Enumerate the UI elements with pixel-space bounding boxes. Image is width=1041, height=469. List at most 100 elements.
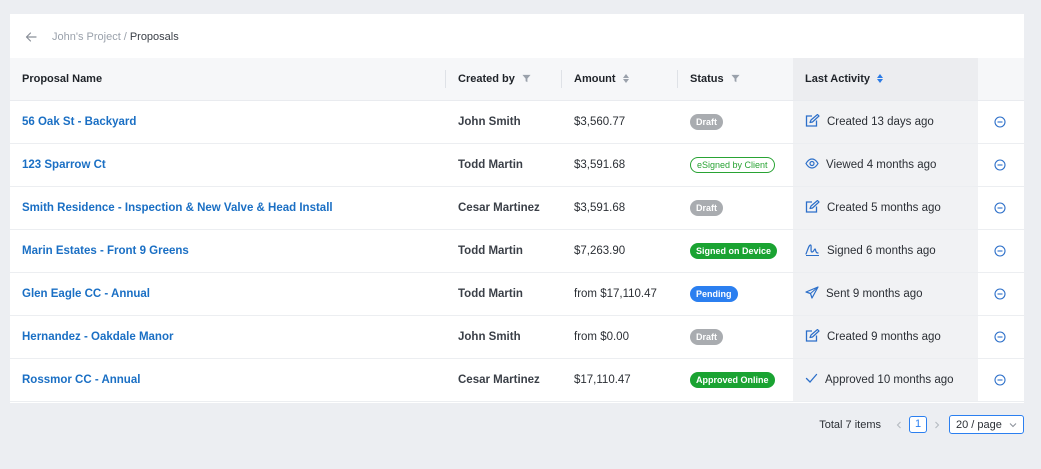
cell-amount: $17,110.47 [562, 358, 678, 402]
cell-status: Approved Online [678, 358, 793, 402]
table-row[interactable]: Smith Residence - Inspection & New Valve… [10, 186, 1024, 230]
proposal-name-link[interactable]: Smith Residence - Inspection & New Valve… [22, 202, 333, 214]
last-activity-text: Created 5 months ago [827, 201, 941, 214]
cell-amount: $3,560.77 [562, 100, 678, 144]
cell-actions [978, 143, 1024, 187]
creator-name: Cesar Martinez [458, 373, 540, 386]
cell-created-by: Todd Martin [446, 143, 562, 187]
cell-proposal-name: 56 Oak St - Backyard [10, 100, 446, 144]
table-row[interactable]: 56 Oak St - Backyard John Smith $3,560.77 D… [10, 100, 1024, 144]
more-options-icon[interactable] [990, 201, 1012, 214]
table-row[interactable]: 123 Sparrow Ct Todd Martin $3,591.68 eSigne… [10, 143, 1024, 187]
filter-icon[interactable] [522, 74, 531, 83]
more-options-icon[interactable] [990, 287, 1012, 300]
proposal-name-link[interactable]: Marin Estates - Front 9 Greens [22, 245, 189, 257]
more-options-icon[interactable] [990, 330, 1012, 343]
breadcrumb: John's Project / Proposals [24, 29, 179, 45]
column-header-status[interactable]: Status [678, 58, 793, 101]
column-header-created-by[interactable]: Created by [446, 58, 562, 101]
cell-created-by: Cesar Martinez [446, 186, 562, 230]
edit-icon [805, 199, 820, 216]
page-size-select[interactable]: 20 / page [949, 415, 1024, 434]
table-row[interactable]: Rossmor CC - Annual Cesar Martinez $17,110… [10, 358, 1024, 402]
breadcrumb-project[interactable]: John's Project [52, 31, 121, 43]
breadcrumb-current: Proposals [129, 31, 179, 43]
pagination: Total 7 items 1 20 / page [0, 415, 1024, 434]
cell-last-activity: Created 13 days ago [793, 100, 978, 144]
more-options-icon[interactable] [990, 115, 1012, 128]
cell-amount: $7,263.90 [562, 229, 678, 273]
cell-proposal-name: Hernandez - Oakdale Manor [10, 315, 446, 359]
cell-proposal-name: Smith Residence - Inspection & New Valve… [10, 186, 446, 230]
proposal-name-link[interactable]: Hernandez - Oakdale Manor [22, 331, 173, 343]
sort-icon-active[interactable] [877, 74, 884, 84]
last-activity-text: Created 9 months ago [827, 330, 941, 343]
creator-name: Todd Martin [458, 244, 523, 257]
proposal-name-link[interactable]: Rossmor CC - Annual [22, 374, 140, 386]
page-size-value: 20 / page [956, 418, 1002, 431]
check-icon [805, 373, 818, 387]
cell-amount: $3,591.68 [562, 186, 678, 230]
amount-value: from $17,110.47 [574, 287, 657, 300]
column-header-actions [978, 58, 1024, 101]
cell-actions [978, 100, 1024, 144]
column-header-last-activity[interactable]: Last Activity [793, 58, 978, 101]
last-activity-text: Viewed 4 months ago [826, 158, 937, 171]
cell-proposal-name: Marin Estates - Front 9 Greens [10, 229, 446, 273]
cell-amount: from $17,110.47 [562, 272, 678, 316]
cell-created-by: John Smith [446, 315, 562, 359]
column-header-amount[interactable]: Amount [562, 58, 678, 101]
status-badge: Draft [690, 113, 724, 130]
cell-status: Draft [678, 100, 793, 144]
status-badge: Approved Online [690, 371, 775, 388]
cell-last-activity: Created 9 months ago [793, 315, 978, 359]
table-row[interactable]: Glen Eagle CC - Annual Todd Martin from $1… [10, 272, 1024, 316]
column-header-proposal-name: Proposal Name [10, 58, 446, 101]
cell-created-by: Cesar Martinez [446, 358, 562, 402]
cell-status: Pending [678, 272, 793, 316]
cell-amount: from $0.00 [562, 315, 678, 359]
edit-icon [805, 113, 820, 130]
eye-icon [805, 157, 819, 172]
proposal-name-link[interactable]: Glen Eagle CC - Annual [22, 288, 150, 300]
edit-icon [805, 328, 820, 345]
creator-name: John Smith [458, 115, 521, 128]
cell-status: Draft [678, 315, 793, 359]
back-arrow-icon[interactable] [24, 30, 38, 44]
last-activity-text: Created 13 days ago [827, 115, 934, 128]
cell-created-by: Todd Martin [446, 272, 562, 316]
cell-last-activity: Created 5 months ago [793, 186, 978, 230]
next-page-icon[interactable] [931, 419, 943, 431]
amount-value: $7,263.90 [574, 244, 626, 257]
proposal-name-link[interactable]: 123 Sparrow Ct [22, 159, 106, 171]
creator-name: Todd Martin [458, 158, 523, 171]
creator-name: John Smith [458, 330, 521, 343]
table-row[interactable]: Hernandez - Oakdale Manor John Smith from … [10, 315, 1024, 359]
page-button-1[interactable]: 1 [909, 416, 927, 433]
filter-icon[interactable] [731, 74, 740, 83]
cell-last-activity: Signed 6 months ago [793, 229, 978, 273]
proposals-table: Proposal Name Created by Amount Status L… [10, 58, 1024, 402]
status-badge: Signed on Device [690, 242, 778, 259]
cell-last-activity: Sent 9 months ago [793, 272, 978, 316]
last-activity-text: Approved 10 months ago [825, 373, 954, 386]
cell-status: Draft [678, 186, 793, 230]
proposal-name-link[interactable]: 56 Oak St - Backyard [22, 116, 136, 128]
more-options-icon[interactable] [990, 158, 1012, 171]
prev-page-icon[interactable] [893, 419, 905, 431]
more-options-icon[interactable] [990, 244, 1012, 257]
breadcrumb-separator: / [123, 31, 127, 43]
cell-created-by: Todd Martin [446, 229, 562, 273]
amount-value: $3,560.77 [574, 115, 626, 128]
status-badge: Draft [690, 328, 724, 345]
last-activity-text: Sent 9 months ago [826, 287, 923, 300]
cell-proposal-name: Glen Eagle CC - Annual [10, 272, 446, 316]
sort-icon[interactable] [622, 74, 629, 84]
more-options-icon[interactable] [990, 373, 1012, 386]
last-activity-text: Signed 6 months ago [827, 244, 936, 257]
cell-actions [978, 229, 1024, 273]
cell-last-activity: Approved 10 months ago [793, 358, 978, 402]
amount-value: $3,591.68 [574, 201, 626, 214]
table-row[interactable]: Marin Estates - Front 9 Greens Todd Marti… [10, 229, 1024, 273]
cell-actions [978, 358, 1024, 402]
